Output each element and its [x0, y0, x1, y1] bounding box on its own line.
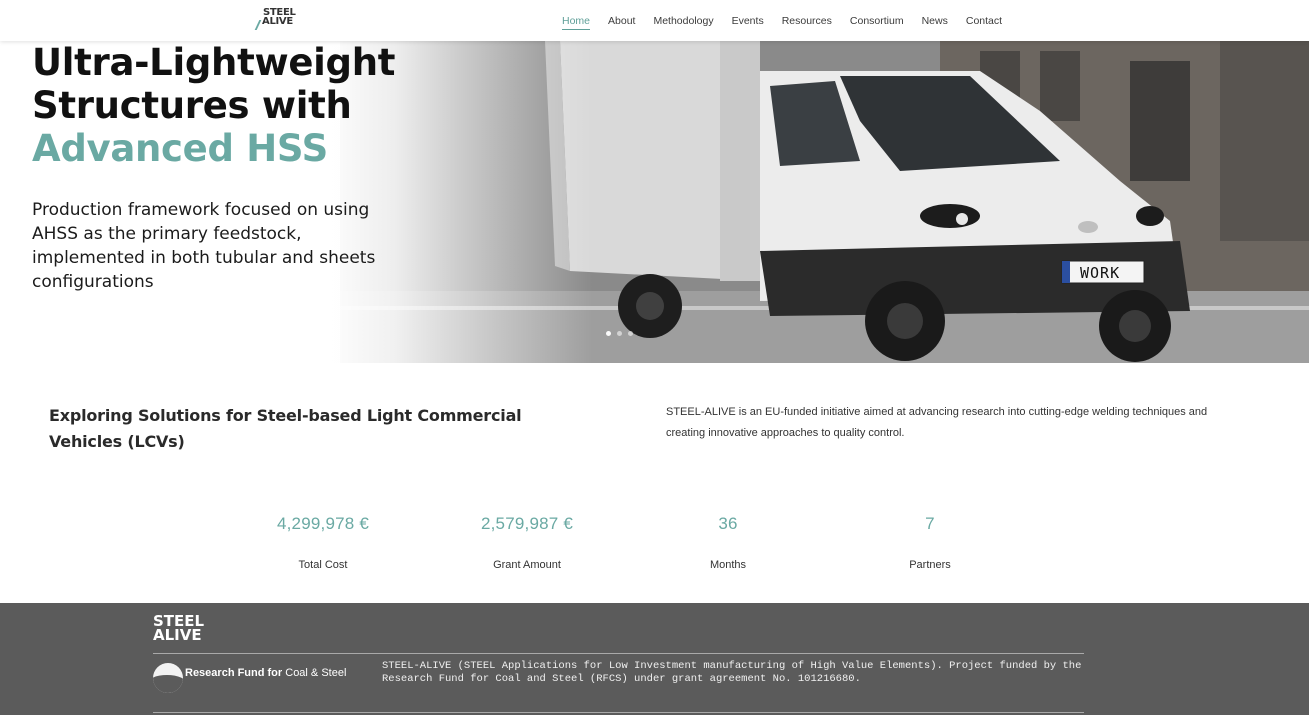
- steel-alive-logo[interactable]: STEEL ALIVE: [254, 8, 301, 36]
- intro-heading: Exploring Solutions for Steel-based Ligh…: [49, 406, 522, 451]
- rfcs-name-bold: Research Fund for: [185, 667, 283, 679]
- nav-consortium[interactable]: Consortium: [850, 15, 904, 30]
- nav-events[interactable]: Events: [732, 15, 764, 30]
- stat-value: 36: [718, 514, 738, 533]
- nav-home[interactable]: Home: [562, 15, 591, 30]
- hero-title: Ultra-Lightweight Structures with Advanc…: [32, 41, 395, 170]
- rfcs-logo[interactable]: Research Fund for Coal & Steel: [153, 663, 346, 693]
- hero-subtitle: Production framework focused on using AH…: [32, 200, 376, 292]
- slider-dot-1[interactable]: [606, 331, 611, 336]
- stat-months: 36 Months: [628, 512, 828, 572]
- footer-logo[interactable]: STEEL ALIVE: [153, 614, 204, 644]
- hero-slider: WORK Ultra-Lightweight Structures with A…: [0, 41, 1309, 363]
- stat-label: Total Cost: [298, 559, 348, 571]
- nav-resources[interactable]: Resources: [782, 15, 832, 30]
- stat-value: 2,579,987 €: [480, 514, 573, 533]
- footer-logo-line2: ALIVE: [153, 626, 202, 644]
- stat-label: Grant Amount: [493, 559, 561, 571]
- hero-title-accent: Advanced HSS: [32, 127, 328, 170]
- stat-value: 4,299,978 €: [276, 514, 369, 533]
- stat-label: Partners: [909, 559, 951, 571]
- nav-methodology[interactable]: Methodology: [653, 15, 713, 30]
- nav-contact[interactable]: Contact: [966, 15, 1002, 30]
- slider-dots: [606, 331, 633, 336]
- license-plate-text: WORK: [1080, 264, 1121, 282]
- rfcs-name: Research Fund for Coal & Steel: [185, 667, 346, 679]
- footer-divider-bottom: [153, 712, 1084, 713]
- hero-title-line2: Structures with: [32, 84, 352, 127]
- stat-value: 7: [925, 514, 935, 533]
- stat-grant-amount: 2,579,987 € Grant Amount: [427, 512, 627, 572]
- hero-title-line1: Ultra-Lightweight: [32, 41, 396, 84]
- stat-total-cost: 4,299,978 € Total Cost: [223, 512, 423, 572]
- nav-news[interactable]: News: [922, 15, 948, 30]
- rfcs-emblem-icon: [153, 663, 183, 693]
- rfcs-name-light: Coal & Steel: [285, 667, 347, 679]
- slider-dot-3[interactable]: [628, 331, 633, 336]
- stat-label: Months: [709, 559, 747, 571]
- site-header: STEEL ALIVE Home About Methodology Event…: [0, 0, 1309, 41]
- footer-description: STEEL-ALIVE (STEEL Applications for Low …: [382, 660, 1082, 685]
- stat-partners: 7 Partners: [830, 512, 1030, 572]
- slider-dot-2[interactable]: [617, 331, 622, 336]
- footer-divider-top: [153, 653, 1084, 654]
- nav-about[interactable]: About: [608, 15, 635, 30]
- intro-text: STEEL-ALIVE is an EU-funded initiative a…: [666, 406, 1208, 439]
- site-footer: STEEL ALIVE Research Fund for Coal & Ste…: [0, 603, 1309, 715]
- main-nav: Home About Methodology Events Resources …: [562, 15, 1020, 30]
